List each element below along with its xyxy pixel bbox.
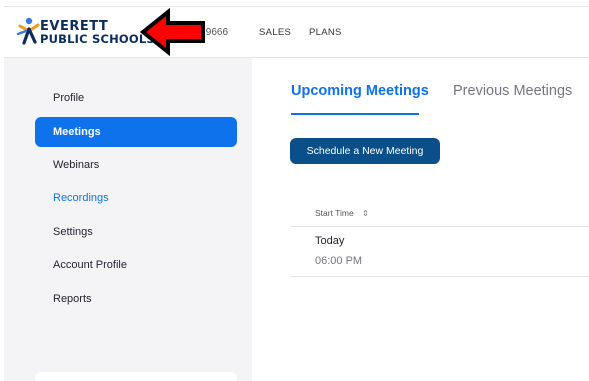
sidebar-item-account-profile[interactable]: Account Profile — [35, 250, 237, 280]
meeting-row-time: 06:00 PM — [315, 255, 363, 267]
tab-upcoming-meetings[interactable]: Upcoming Meetings — [291, 83, 429, 99]
sidebar-item-settings[interactable]: Settings — [35, 217, 237, 247]
main-content: Upcoming Meetings Previous Meetings Sche… — [252, 58, 589, 381]
table-row-divider — [291, 276, 589, 277]
column-header-start-time[interactable]: Start Time ⇕ — [315, 208, 369, 218]
red-arrow-left-icon — [140, 8, 205, 56]
tab-previous-meetings[interactable]: Previous Meetings — [453, 83, 572, 99]
logo-figure-icon — [16, 17, 40, 45]
logo-line-2: PUBLIC SCHOOLS — [40, 32, 155, 46]
table-header-divider — [291, 226, 589, 227]
sidebar-item-reports[interactable]: Reports — [35, 284, 237, 314]
sidebar-item-profile[interactable]: Profile — [35, 83, 237, 113]
sidebar-bottom-card — [35, 372, 237, 381]
sidebar-item-recordings[interactable]: Recordings — [35, 183, 237, 213]
nav-plans-link[interactable]: PLANS — [309, 27, 342, 38]
sidebar-item-webinars[interactable]: Webinars — [35, 150, 237, 180]
column-header-label: Start Time — [315, 208, 354, 218]
active-tab-indicator — [291, 113, 419, 115]
schedule-new-meeting-button[interactable]: Schedule a New Meeting — [290, 138, 440, 164]
sort-icon[interactable]: ⇕ — [362, 209, 369, 218]
sidebar: Profile Meetings Webinars Recordings Set… — [0, 58, 252, 381]
nav-sales-link[interactable]: SALES — [259, 27, 291, 38]
top-navigation-bar: EVERETT PUBLIC SCHOOLS .9666 SALES PLANS — [4, 6, 589, 58]
logo-text: EVERETT PUBLIC SCHOOLS — [40, 20, 155, 46]
zoom-web-portal: EVERETT PUBLIC SCHOOLS .9666 SALES PLANS… — [0, 0, 589, 381]
meeting-row-date: Today — [315, 235, 345, 247]
sales-phone-number[interactable]: .9666 — [203, 27, 228, 38]
sidebar-item-meetings[interactable]: Meetings — [35, 117, 237, 147]
